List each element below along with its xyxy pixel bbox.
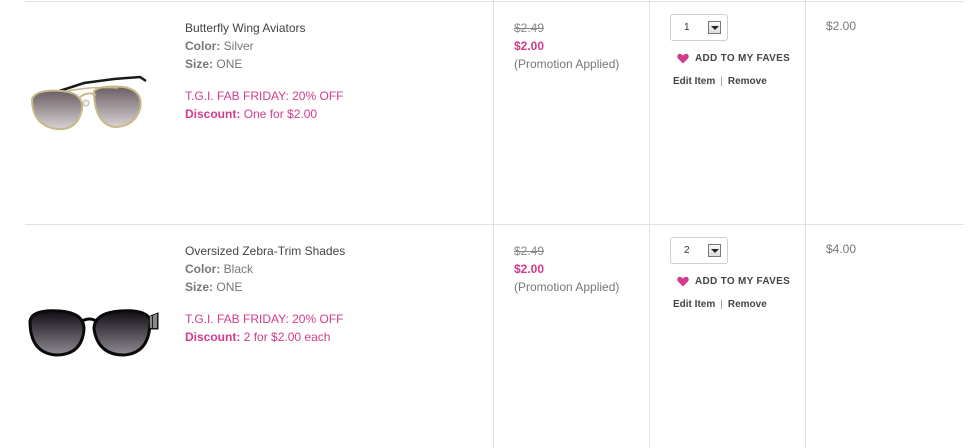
add-to-faves-button[interactable]: ADD TO MY FAVES: [677, 53, 800, 64]
size-value: ONE: [216, 280, 243, 294]
sale-price: $2.00: [514, 262, 545, 276]
product-name[interactable]: Oversized Zebra-Trim Shades: [185, 242, 475, 260]
chevron-down-icon[interactable]: [708, 21, 721, 34]
color-label: Color:: [185, 262, 221, 276]
quantity-value: 2: [684, 245, 690, 256]
add-to-faves-label: ADD TO MY FAVES: [695, 53, 791, 64]
original-price: $2.49: [514, 244, 545, 258]
size-label: Size:: [185, 57, 214, 71]
size-value: ONE: [216, 57, 243, 71]
item-actions: Edit Item | Remove: [673, 299, 800, 310]
product-name[interactable]: Butterfly Wing Aviators: [185, 19, 475, 37]
action-separator: |: [720, 299, 723, 310]
discount-label: Discount:: [185, 107, 241, 121]
color-label: Color:: [185, 39, 221, 53]
product-details: Butterfly Wing Aviators Color: Silver Si…: [185, 19, 475, 123]
chevron-down-icon[interactable]: [708, 244, 721, 257]
cart-item-row: Oversized Zebra-Trim Shades Color: Black…: [0, 224, 979, 447]
quantity-select[interactable]: 2: [670, 237, 728, 264]
action-separator: |: [720, 76, 723, 87]
edit-item-link[interactable]: Edit Item: [673, 76, 715, 87]
discount-value: 2 for $2.00 each: [243, 330, 331, 344]
color-value: Silver: [223, 39, 254, 53]
add-to-faves-button[interactable]: ADD TO MY FAVES: [677, 276, 800, 287]
promotion-applied-note: (Promotion Applied): [514, 57, 620, 71]
quantity-value: 1: [684, 22, 690, 33]
promotion-applied-note: (Promotion Applied): [514, 280, 620, 294]
discount-value: One for $2.00: [243, 107, 318, 121]
product-details: Oversized Zebra-Trim Shades Color: Black…: [185, 242, 475, 346]
remove-link[interactable]: Remove: [728, 76, 767, 87]
price-cell: $2.49 $2.00 (Promotion Applied): [514, 19, 619, 73]
heart-icon: [677, 276, 689, 287]
line-total: $4.00: [826, 242, 857, 256]
cart-item-row: Butterfly Wing Aviators Color: Silver Si…: [0, 1, 979, 224]
sale-price: $2.00: [514, 39, 545, 53]
original-price: $2.49: [514, 21, 545, 35]
discount-label: Discount:: [185, 330, 241, 344]
quantity-cell: 2 ADD TO MY FAVES Edit Item | Remove: [670, 237, 800, 310]
item-actions: Edit Item | Remove: [673, 76, 800, 87]
quantity-cell: 1 ADD TO MY FAVES Edit Item | Remove: [670, 14, 800, 87]
remove-link[interactable]: Remove: [728, 299, 767, 310]
quantity-select[interactable]: 1: [670, 14, 728, 41]
add-to-faves-label: ADD TO MY FAVES: [695, 276, 791, 287]
promotion-text: T.G.I. FAB FRIDAY: 20% OFF: [185, 89, 344, 103]
shopping-cart-table: Butterfly Wing Aviators Color: Silver Si…: [0, 0, 979, 448]
color-value: Black: [223, 262, 254, 276]
price-cell: $2.49 $2.00 (Promotion Applied): [514, 242, 619, 296]
heart-icon: [677, 53, 689, 64]
product-image-oversized-shades[interactable]: [22, 299, 162, 379]
line-total: $2.00: [826, 19, 857, 33]
promotion-text: T.G.I. FAB FRIDAY: 20% OFF: [185, 312, 344, 326]
product-image-aviators[interactable]: [22, 71, 162, 151]
edit-item-link[interactable]: Edit Item: [673, 299, 715, 310]
size-label: Size:: [185, 280, 214, 294]
